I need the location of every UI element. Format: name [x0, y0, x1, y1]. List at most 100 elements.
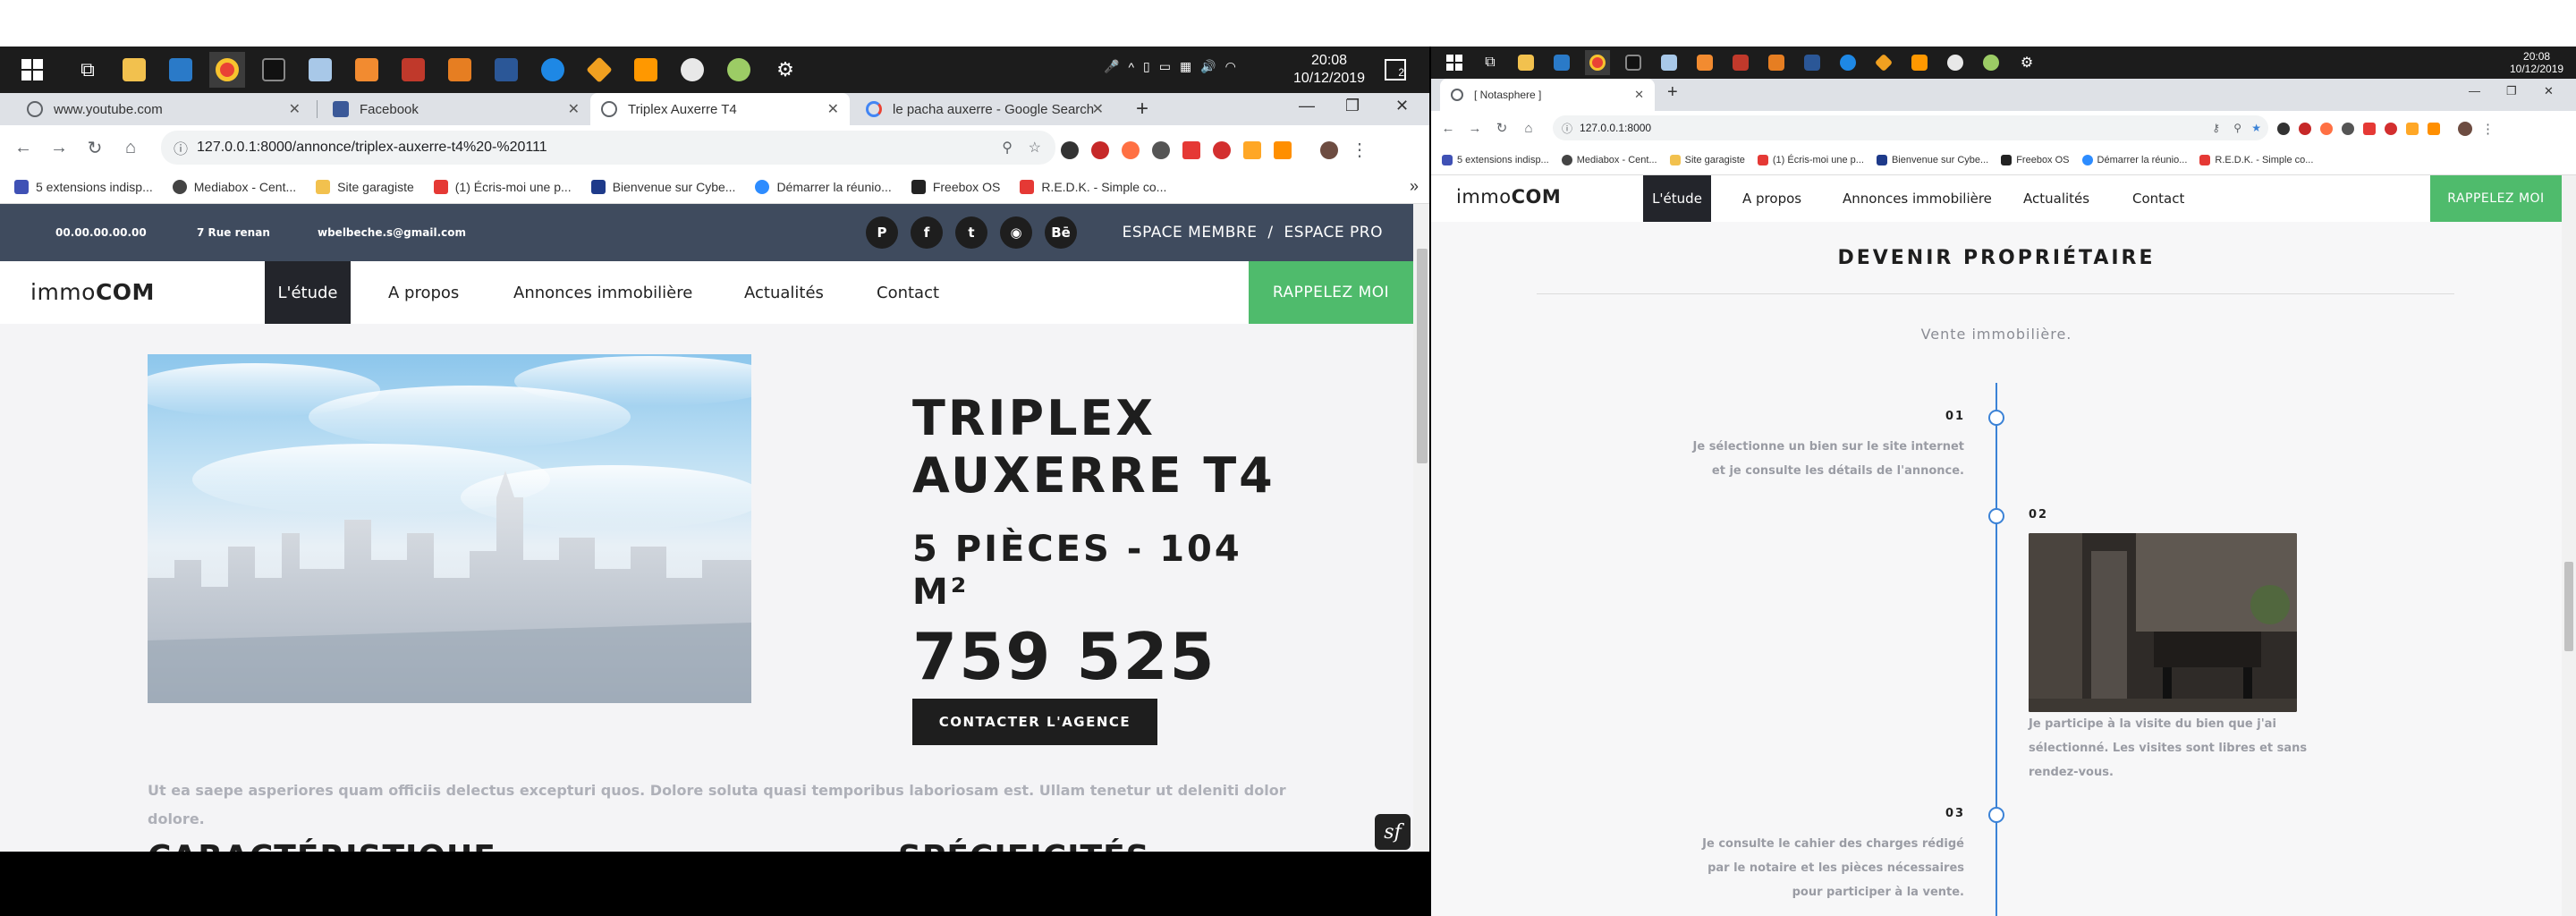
- settings-gear-icon[interactable]: ⚙: [2014, 50, 2039, 75]
- profile-avatar[interactable]: [2458, 122, 2472, 136]
- sublime-icon[interactable]: [628, 52, 664, 88]
- menu-kebab-icon[interactable]: ⋮: [2481, 121, 2495, 137]
- pinterest-icon[interactable]: P: [866, 216, 898, 249]
- vscode-icon[interactable]: [163, 52, 199, 88]
- bookmark-item[interactable]: (1) Écris-moi une p...: [433, 179, 572, 194]
- bookmark-item[interactable]: (1) Écris-moi une p...: [1757, 154, 1864, 165]
- member-space-link[interactable]: ESPACE MEMBRE: [1123, 224, 1258, 242]
- call-me-button[interactable]: RAPPELEZ MOI: [2430, 175, 2562, 222]
- site-logo[interactable]: immoCOM: [30, 279, 155, 305]
- back-arrow-icon[interactable]: ←: [1435, 121, 1462, 136]
- minimize-icon[interactable]: —: [2469, 84, 2480, 98]
- address-bar[interactable]: ⓘ 127.0.0.1:8000 ⚷ ⚲ ★: [1553, 115, 2268, 140]
- extension-icon[interactable]: [1274, 140, 1292, 159]
- bookmarks-overflow-icon[interactable]: »: [1410, 177, 1419, 196]
- network-icon[interactable]: ▦: [1180, 59, 1191, 74]
- windows-start-icon[interactable]: [1442, 50, 1467, 75]
- file-explorer-icon[interactable]: [116, 52, 152, 88]
- left-page-scrollbar[interactable]: [1413, 204, 1431, 852]
- bookmark-item[interactable]: 5 extensions indisp...: [14, 179, 153, 194]
- bookmark-item[interactable]: R.E.D.K. - Simple co...: [2199, 154, 2313, 165]
- close-icon[interactable]: ✕: [1092, 100, 1104, 118]
- right-page-scrollbar[interactable]: [2562, 175, 2576, 916]
- address-bar[interactable]: ⓘ 127.0.0.1:8000/annonce/triplex-auxerre…: [161, 131, 1055, 165]
- chrome-icon[interactable]: [209, 52, 245, 88]
- extension-icon[interactable]: [1122, 140, 1140, 159]
- extension-icon[interactable]: [2428, 123, 2440, 135]
- extension-icon[interactable]: [2320, 123, 2333, 135]
- window-close-icon[interactable]: ✕: [2544, 84, 2554, 98]
- taskbar-clock[interactable]: 20:08 10/12/2019: [2510, 50, 2563, 75]
- notepad-icon[interactable]: [1657, 50, 1682, 75]
- bookmark-item[interactable]: R.E.D.K. - Simple co...: [1020, 179, 1166, 194]
- back-arrow-icon[interactable]: ←: [5, 138, 41, 158]
- extension-icon[interactable]: [2363, 123, 2376, 135]
- extension-icon[interactable]: [1182, 140, 1200, 159]
- reload-icon[interactable]: ↻: [77, 137, 113, 159]
- behance-icon[interactable]: Bē: [1045, 216, 1077, 249]
- extension-icon[interactable]: [2342, 123, 2354, 135]
- nav-annonces[interactable]: Annonces immobilière: [499, 261, 707, 324]
- paint-icon[interactable]: [674, 52, 710, 88]
- word-icon[interactable]: [1800, 50, 1825, 75]
- extension-icon[interactable]: [1061, 140, 1079, 159]
- menu-kebab-icon[interactable]: ⋮: [1351, 139, 1368, 161]
- notepad-icon[interactable]: [302, 52, 338, 88]
- nav-etude[interactable]: L'étude: [265, 261, 351, 324]
- tab-google-search[interactable]: le pacha auxerre - Google Search ✕: [855, 93, 1114, 125]
- mic-icon[interactable]: 🎤: [1104, 59, 1119, 74]
- extension-icon[interactable]: [1091, 140, 1109, 159]
- info-icon[interactable]: ⓘ: [174, 137, 188, 158]
- extension-icon[interactable]: [2406, 123, 2419, 135]
- bookmark-item[interactable]: Mediabox - Cent...: [1561, 154, 1657, 165]
- bookmark-item[interactable]: Freebox OS: [2001, 154, 2070, 165]
- vlc-icon[interactable]: [442, 52, 478, 88]
- git-icon[interactable]: [1871, 50, 1896, 75]
- bookmark-item[interactable]: Site garagiste: [316, 179, 414, 194]
- close-icon[interactable]: ✕: [568, 100, 580, 118]
- bookmark-item[interactable]: Démarrer la réunio...: [2081, 154, 2187, 165]
- close-icon[interactable]: ✕: [827, 100, 839, 118]
- tab-triplex[interactable]: Triplex Auxerre T4 ✕: [590, 93, 850, 125]
- extension-icon[interactable]: [1152, 140, 1170, 159]
- forward-arrow-icon[interactable]: →: [41, 138, 77, 158]
- extension-icon[interactable]: [1243, 140, 1261, 159]
- nav-annonces[interactable]: Annonces immobilière: [1832, 175, 2003, 222]
- minimize-icon[interactable]: —: [1299, 97, 1315, 115]
- nav-actualites[interactable]: Actualités: [730, 261, 838, 324]
- nav-contact[interactable]: Contact: [2122, 175, 2195, 222]
- new-tab-plus-icon[interactable]: +: [1136, 97, 1148, 122]
- maximize-icon[interactable]: ❐: [2506, 84, 2517, 98]
- dribbble-icon[interactable]: ◉: [1000, 216, 1032, 249]
- task-view-icon[interactable]: ⧉: [70, 52, 106, 88]
- bookmark-item[interactable]: Démarrer la réunio...: [755, 179, 892, 194]
- site-logo[interactable]: immoCOM: [1456, 186, 1561, 208]
- maximize-icon[interactable]: ❐: [1345, 97, 1360, 115]
- extension-icon[interactable]: [2299, 123, 2311, 135]
- usb-icon[interactable]: ▯: [1143, 59, 1150, 74]
- pro-space-link[interactable]: ESPACE PRO: [1284, 224, 1384, 242]
- filezilla-icon[interactable]: [1728, 50, 1753, 75]
- chrome-icon[interactable]: [1585, 50, 1610, 75]
- star-icon[interactable]: ☆: [1029, 139, 1041, 157]
- terminal-icon[interactable]: [1621, 50, 1646, 75]
- word-icon[interactable]: [488, 52, 524, 88]
- home-icon[interactable]: ⌂: [1515, 121, 1542, 136]
- media-player-icon[interactable]: [1692, 50, 1717, 75]
- call-me-button[interactable]: RAPPELEZ MOI: [1249, 261, 1413, 324]
- filezilla-icon[interactable]: [395, 52, 431, 88]
- wifi-icon[interactable]: ◠: [1225, 59, 1236, 74]
- nav-etude[interactable]: L'étude: [1643, 175, 1711, 222]
- symfony-toolbar-icon[interactable]: sf: [1375, 814, 1411, 850]
- git-icon[interactable]: [581, 52, 617, 88]
- scrollbar-thumb[interactable]: [1417, 249, 1428, 463]
- close-icon[interactable]: ✕: [1634, 88, 1644, 102]
- search-icon[interactable]: ⚲: [1002, 139, 1013, 157]
- adblock-icon[interactable]: [1213, 140, 1231, 159]
- chevron-up-icon[interactable]: ^: [1128, 60, 1134, 74]
- settings-gear-icon[interactable]: ⚙: [767, 52, 803, 88]
- nav-actualites[interactable]: Actualités: [2012, 175, 2100, 222]
- media-player-icon[interactable]: [349, 52, 385, 88]
- notification-center-icon[interactable]: 2: [1385, 59, 1406, 81]
- edge-icon[interactable]: [1835, 50, 1860, 75]
